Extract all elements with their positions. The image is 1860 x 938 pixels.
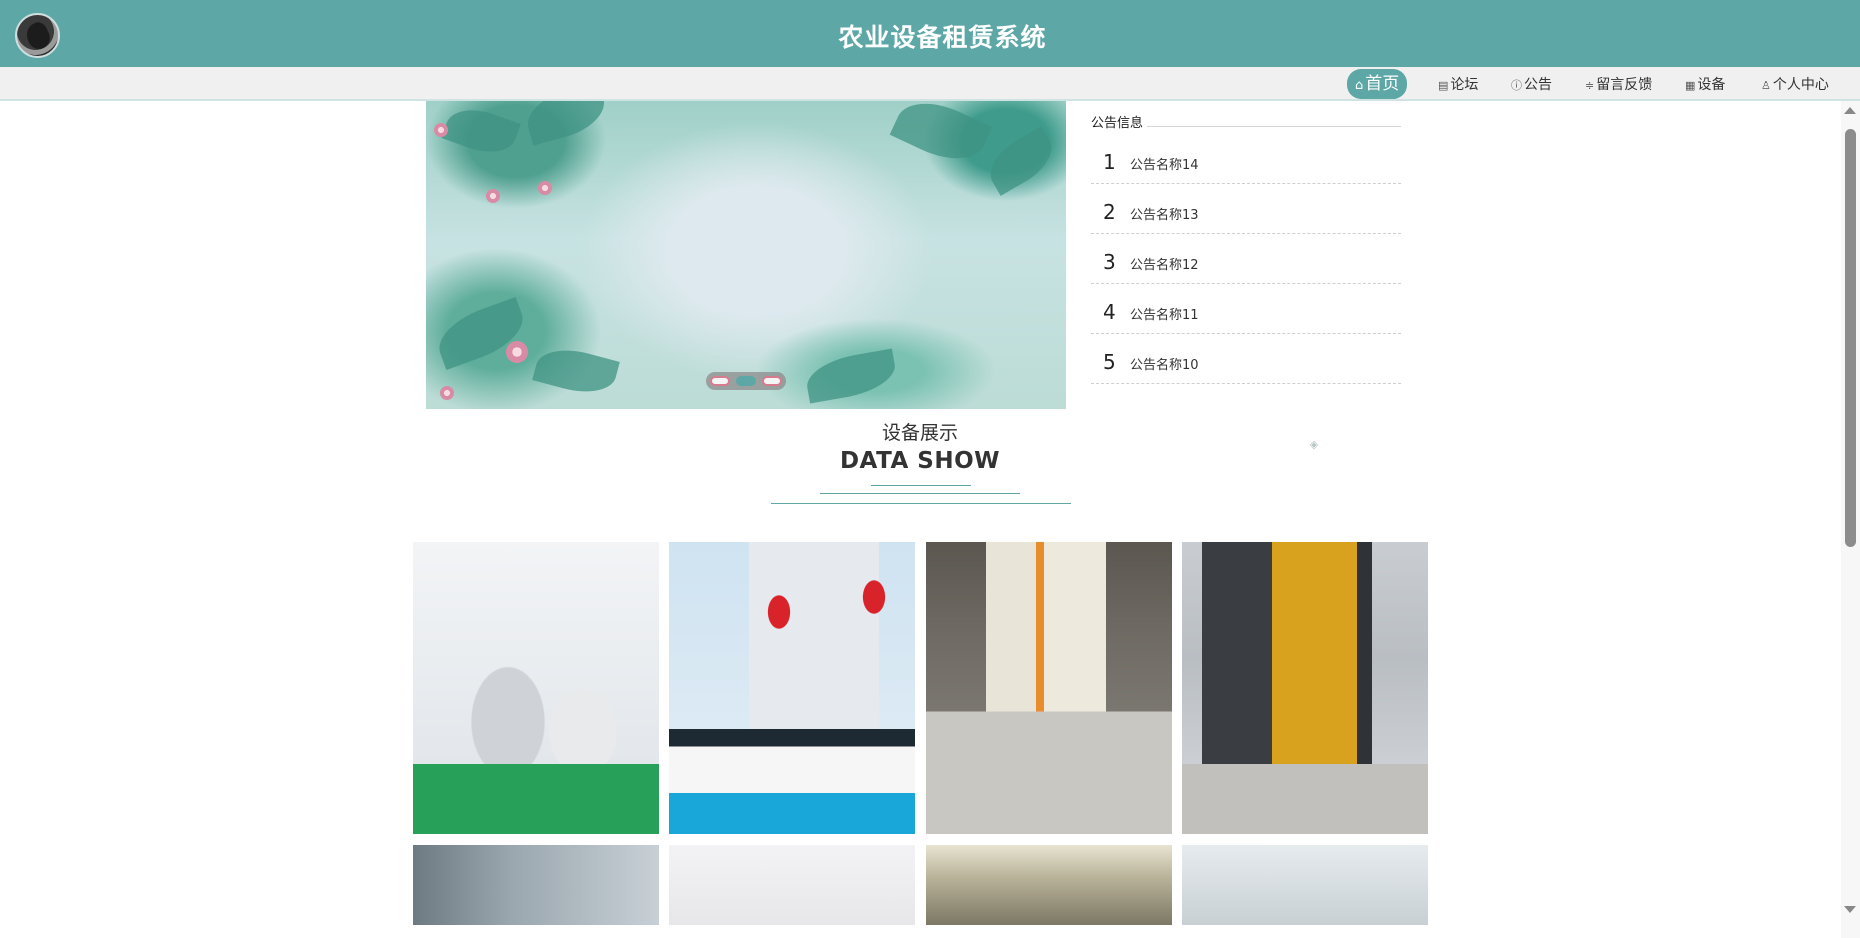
banner-leaf-decoration — [521, 101, 611, 146]
nav-item-label: 设备 — [1697, 77, 1726, 93]
feedback-icon: ≑ — [1585, 79, 1595, 92]
notice-panel-title: 公告信息 — [1091, 112, 1401, 134]
scrollbar-thumb[interactable] — [1845, 129, 1856, 547]
section-divider — [771, 503, 1071, 504]
section-divider — [820, 493, 1020, 494]
notice-item[interactable]: 2 公告名称13 — [1091, 184, 1401, 234]
notice-item[interactable]: 1 公告名称14 — [1091, 134, 1401, 184]
banner-flower-decoration — [538, 181, 552, 195]
app-title: 农业设备租赁系统 — [838, 23, 1047, 52]
banner-flower-decoration — [434, 123, 448, 137]
notice-number: 2 — [1103, 200, 1116, 224]
home-icon: ⌂ — [1355, 78, 1364, 93]
equipment-photo-factory-frame[interactable] — [926, 845, 1172, 925]
equipment-photo-lab-bench[interactable] — [669, 542, 915, 834]
section-subtitle: DATA SHOW — [839, 448, 1001, 474]
main-nav: ⌂ 首页 ▤ 论坛 ⓘ 公告 ≑ 留言反馈 ▦ 设备 ♙ 个人中心 — [0, 67, 1860, 101]
notice-name[interactable]: 公告名称12 — [1130, 254, 1199, 273]
equipment-photo-spray-booth[interactable] — [926, 542, 1172, 834]
banner-flower-decoration — [486, 189, 500, 203]
device-icon: ▦ — [1685, 79, 1696, 92]
nav-item-device[interactable]: ▦ 设备 — [1677, 72, 1733, 98]
notice-name[interactable]: 公告名称14 — [1130, 154, 1199, 173]
nav-item-label: 个人中心 — [1772, 77, 1829, 93]
nav-item-user-center[interactable]: ♙ 个人中心 — [1753, 72, 1837, 98]
carousel-dot[interactable] — [710, 376, 730, 386]
notice-name[interactable]: 公告名称13 — [1130, 204, 1199, 223]
notice-number: 3 — [1103, 250, 1116, 274]
equipment-photo-clean-room[interactable] — [1182, 845, 1428, 925]
carousel-indicators — [706, 372, 786, 390]
banner-leaf-decoration — [532, 341, 620, 401]
top-header: 农业设备租赁系统 — [0, 0, 1860, 67]
notice-icon: ⓘ — [1511, 79, 1522, 92]
notice-name[interactable]: 公告名称11 — [1130, 304, 1199, 323]
vertical-scrollbar[interactable] — [1841, 101, 1860, 938]
banner-leaf-decoration — [441, 101, 521, 162]
notice-number: 4 — [1103, 300, 1116, 324]
section-title: 设备展示 — [881, 422, 958, 444]
nav-item-label: 公告 — [1524, 77, 1552, 93]
equipment-photo-exhaust-unit[interactable] — [1182, 542, 1428, 834]
equipment-photo-glassware[interactable] — [669, 845, 915, 925]
carousel-dot[interactable] — [762, 376, 782, 386]
nav-item-home[interactable]: ⌂ 首页 — [1347, 69, 1408, 99]
nav-item-label: 首页 — [1365, 74, 1400, 94]
nav-item-notice[interactable]: ⓘ 公告 — [1503, 72, 1560, 98]
scroll-down-arrow-icon[interactable] — [1844, 906, 1856, 913]
notice-number: 5 — [1103, 350, 1116, 374]
banner-leaf-decoration — [803, 348, 899, 404]
banner-flower-decoration — [506, 341, 528, 363]
nav-item-feedback[interactable]: ≑ 留言反馈 — [1577, 72, 1660, 98]
notice-item[interactable]: 4 公告名称11 — [1091, 284, 1401, 334]
carousel-dot-active[interactable] — [736, 376, 756, 386]
nav-item-label: 留言反馈 — [1596, 77, 1653, 93]
user-icon: ♙ — [1761, 79, 1771, 92]
scroll-up-arrow-icon[interactable] — [1844, 107, 1856, 114]
notice-panel: 公告信息 1 公告名称14 2 公告名称13 3 公告名称12 4 公告名称11… — [1091, 112, 1401, 384]
nav-item-label: 论坛 — [1450, 77, 1479, 93]
banner-flower-decoration — [440, 386, 454, 400]
notice-item[interactable]: 3 公告名称12 — [1091, 234, 1401, 284]
banner-leaf-decoration — [980, 126, 1062, 196]
section-divider — [871, 485, 971, 486]
banner-carousel[interactable] — [426, 101, 1066, 409]
notice-name[interactable]: 公告名称10 — [1130, 354, 1199, 373]
equipment-photo-production-line[interactable] — [413, 542, 659, 834]
notice-number: 1 — [1103, 150, 1116, 174]
banner-leaf-decoration — [889, 101, 993, 173]
forum-icon: ▤ — [1438, 79, 1449, 92]
notice-item[interactable]: 5 公告名称10 — [1091, 334, 1401, 384]
nav-item-forum[interactable]: ▤ 论坛 — [1430, 72, 1486, 98]
equipment-photo-tank[interactable] — [413, 845, 659, 925]
